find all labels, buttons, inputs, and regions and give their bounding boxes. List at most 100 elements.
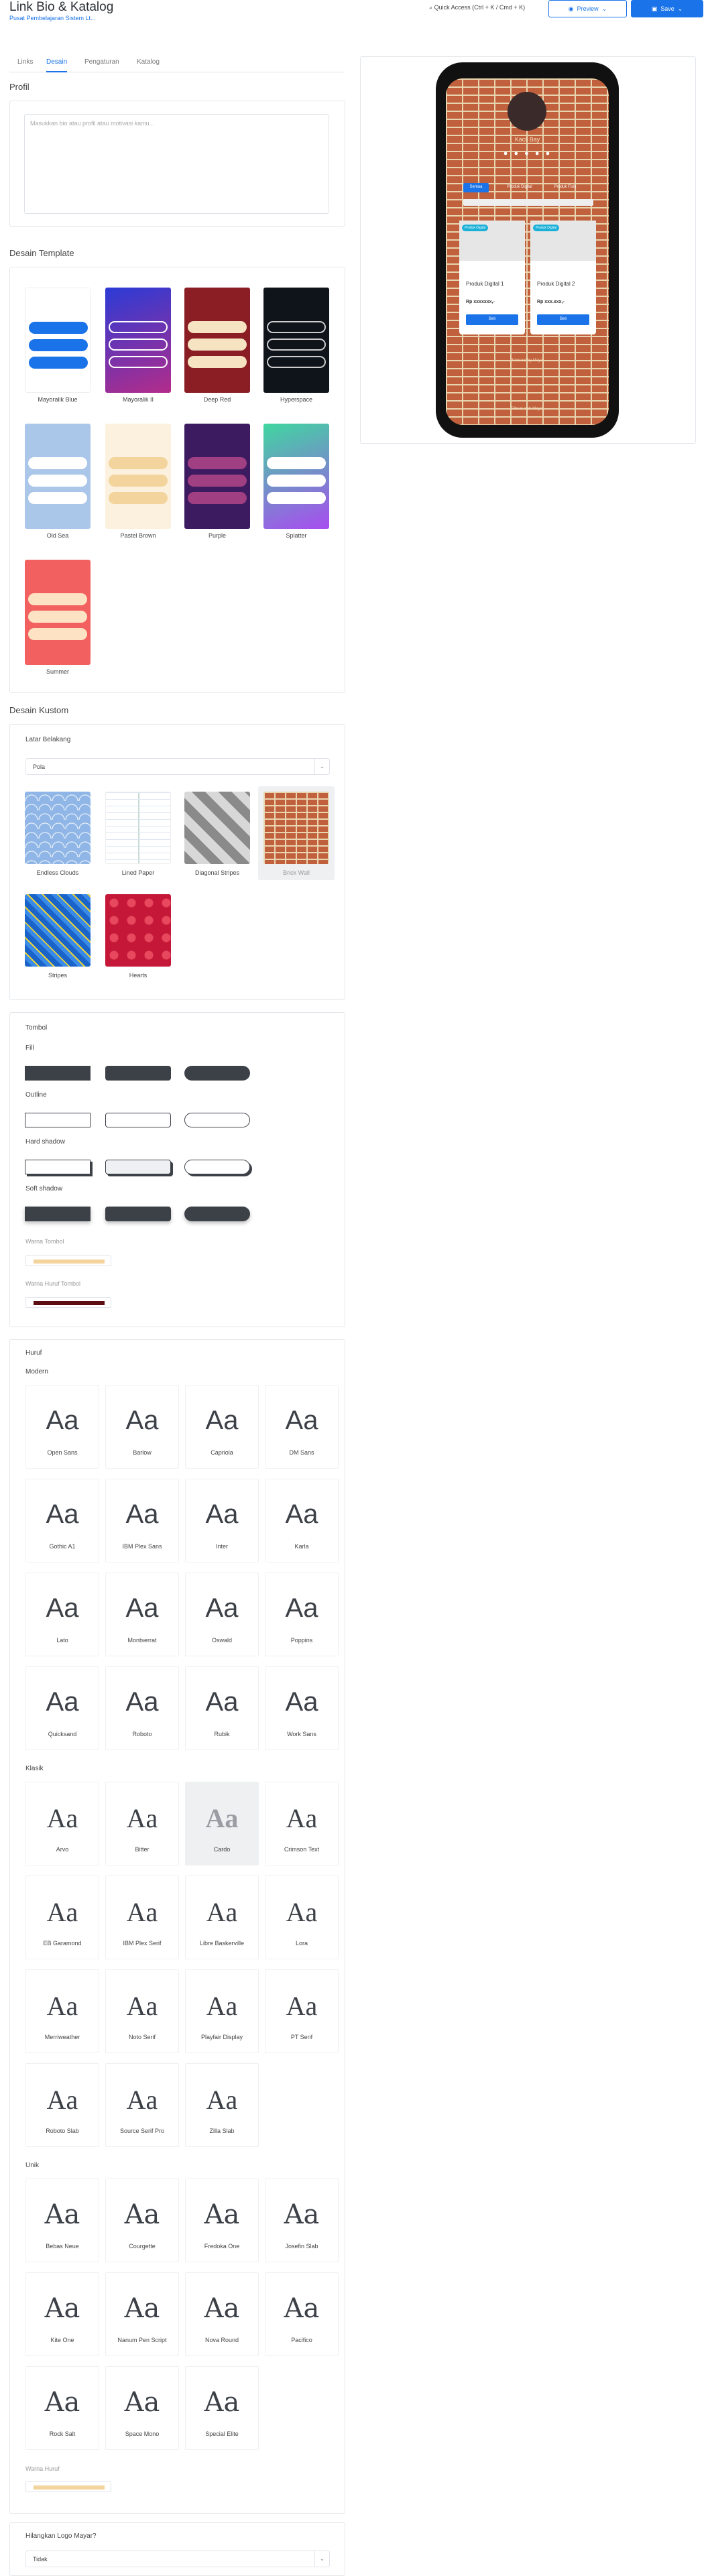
font-name: Karla xyxy=(294,1543,309,1550)
outline-button-style[interactable] xyxy=(184,1113,250,1127)
page-subtitle[interactable]: Pusat Pembelajaran Sistem Lt... xyxy=(9,15,96,21)
buy-button[interactable]: Beli xyxy=(537,314,589,325)
font-option-nanum-pen-script[interactable]: Aa Nanum Pen Script xyxy=(105,2272,179,2356)
font-option-pt-serif[interactable]: Aa PT Serif xyxy=(265,1969,339,2053)
quick-access[interactable]: ⌕ Quick Access (Ctrl + K / Cmd + K) xyxy=(429,4,525,11)
font-option-ibm-plex-serif[interactable]: Aa IBM Plex Serif xyxy=(105,1876,179,1959)
outline-button-style[interactable] xyxy=(25,1113,91,1127)
font-option-montserrat[interactable]: Aa Montserrat xyxy=(105,1573,179,1656)
font-option-noto-serif[interactable]: Aa Noto Serif xyxy=(105,1969,179,2053)
product-card-2[interactable]: Produk Digital Produk Digital 2 Rp xxx.x… xyxy=(530,221,596,334)
tab-pengaturan[interactable]: Pengaturan xyxy=(84,58,119,66)
font-option-nova-round[interactable]: Aa Nova Round xyxy=(185,2272,259,2356)
font-option-open-sans[interactable]: Aa Open Sans xyxy=(25,1385,99,1469)
pattern-lined-paper[interactable] xyxy=(105,792,171,864)
font-option-kite-one[interactable]: Aa Kite One xyxy=(25,2272,99,2356)
font-option-rock-salt[interactable]: Aa Rock Salt xyxy=(25,2366,99,2450)
preview-button[interactable]: ◉ Preview ⌄ xyxy=(548,0,627,17)
font-option-karla[interactable]: Aa Karla xyxy=(265,1479,339,1562)
font-option-bitter[interactable]: Aa Bitter xyxy=(105,1782,179,1865)
outline-button-style[interactable] xyxy=(105,1113,171,1127)
hard-shadow-button-style[interactable] xyxy=(25,1160,91,1174)
buy-button[interactable]: Beli xyxy=(466,314,518,325)
hard-shadow-button-style[interactable] xyxy=(184,1160,250,1174)
fill-button-style[interactable] xyxy=(25,1066,91,1081)
font-option-merriweather[interactable]: Aa Merriweather xyxy=(25,1969,99,2053)
font-option-fredoka-one[interactable]: Aa Fredoka One xyxy=(185,2179,259,2262)
font-option-cardo[interactable]: Aa Cardo xyxy=(185,1782,259,1865)
font-sample: Aa xyxy=(125,1687,159,1717)
font-option-capriola[interactable]: Aa Capriola xyxy=(185,1385,259,1469)
template-purple[interactable] xyxy=(184,424,250,529)
pattern-hearts[interactable] xyxy=(105,894,171,967)
font-option-source-serif-pro[interactable]: Aa Source Serif Pro xyxy=(105,2063,179,2147)
fill-button-style[interactable] xyxy=(184,1066,250,1081)
hard-shadow-button-style[interactable] xyxy=(105,1160,171,1174)
logo-title: Hilangkan Logo Mayar? xyxy=(25,2532,97,2540)
font-option-courgette[interactable]: Aa Courgette xyxy=(105,2179,179,2262)
template-mayoralik-blue[interactable] xyxy=(25,288,91,393)
font-option-libre-baskerville[interactable]: Aa Libre Baskerville xyxy=(185,1876,259,1959)
font-option-zilla-slab[interactable]: Aa Zilla Slab xyxy=(185,2063,259,2147)
font-option-oswald[interactable]: Aa Oswald xyxy=(185,1573,259,1656)
font-option-playfair-display[interactable]: Aa Playfair Display xyxy=(185,1969,259,2053)
font-option-josefin-slab[interactable]: Aa Josefin Slab xyxy=(265,2179,339,2262)
template-mayoralik-ii[interactable] xyxy=(105,288,171,393)
font-option-quicksand[interactable]: Aa Quicksand xyxy=(25,1666,99,1750)
font-option-ibm-plex-sans[interactable]: Aa IBM Plex Sans xyxy=(105,1479,179,1562)
preview-tab-digital[interactable]: Produk Digital xyxy=(499,183,540,192)
template-splatter[interactable] xyxy=(263,424,329,529)
pattern-stripes[interactable] xyxy=(25,894,91,967)
font-option-eb-garamond[interactable]: Aa EB Garamond xyxy=(25,1876,99,1959)
font-sample: Aa xyxy=(285,1593,318,1623)
save-button[interactable]: ▣ Save ⌄ xyxy=(631,0,703,17)
pattern-diagonal-stripes[interactable] xyxy=(184,792,250,864)
preview-tab-all[interactable]: Semua xyxy=(463,183,489,192)
soft-shadow-button-style[interactable] xyxy=(184,1207,250,1221)
template-hyperspace[interactable] xyxy=(263,288,329,393)
template-pastel-brown[interactable] xyxy=(105,424,171,529)
template-pill xyxy=(28,492,87,504)
font-option-work-sans[interactable]: Aa Work Sans xyxy=(265,1666,339,1750)
template-old-sea[interactable] xyxy=(25,424,91,529)
preview-tab-physical[interactable]: Produk Fisik xyxy=(546,183,584,192)
bio-textarea[interactable]: Masukkan bio atau profil atau motivasi k… xyxy=(24,114,329,214)
font-option-arvo[interactable]: Aa Arvo xyxy=(25,1782,99,1865)
bg-select[interactable]: Pola ⌄ xyxy=(25,758,330,775)
font-option-gothic-a1[interactable]: Aa Gothic A1 xyxy=(25,1479,99,1562)
preview-scrollbar[interactable] xyxy=(463,199,593,206)
button-color-picker[interactable] xyxy=(25,1255,111,1266)
font-option-rubik[interactable]: Aa Rubik xyxy=(185,1666,259,1750)
font-option-lora[interactable]: Aa Lora xyxy=(265,1876,339,1959)
font-option-special-elite[interactable]: Aa Special Elite xyxy=(185,2366,259,2450)
font-option-crimson-text[interactable]: Aa Crimson Text xyxy=(265,1782,339,1865)
fill-button-style[interactable] xyxy=(105,1066,171,1081)
soft-shadow-button-style[interactable] xyxy=(105,1207,171,1221)
tab-links[interactable]: Links xyxy=(17,58,33,66)
button-font-color-picker[interactable] xyxy=(25,1297,111,1308)
font-option-poppins[interactable]: Aa Poppins xyxy=(265,1573,339,1656)
font-option-pacifico[interactable]: Aa Pacifico xyxy=(265,2272,339,2356)
quick-access-label: Quick Access (Ctrl + K / Cmd + K) xyxy=(434,4,526,11)
font-option-space-mono[interactable]: Aa Space Mono xyxy=(105,2366,179,2450)
font-sample: Aa xyxy=(204,2387,240,2418)
pattern-brick-wall[interactable] xyxy=(263,792,329,864)
social-icons[interactable]: ● ● ● ● ● xyxy=(494,149,561,158)
logo-select[interactable]: Tidak ⌄ xyxy=(25,2551,330,2567)
tab-desain[interactable]: Desain xyxy=(46,58,68,72)
font-option-roboto-slab[interactable]: Aa Roboto Slab xyxy=(25,2063,99,2147)
soft-shadow-button-style[interactable] xyxy=(25,1207,91,1221)
font-option-roboto[interactable]: Aa Roboto xyxy=(105,1666,179,1750)
font-option-lato[interactable]: Aa Lato xyxy=(25,1573,99,1656)
template-summer[interactable] xyxy=(25,560,91,665)
tab-katalog[interactable]: Katalog xyxy=(137,58,160,66)
font-option-dm-sans[interactable]: Aa DM Sans xyxy=(265,1385,339,1469)
font-sample: Aa xyxy=(206,1991,238,2021)
pattern-endless-clouds[interactable] xyxy=(25,792,91,864)
font-color-picker[interactable] xyxy=(25,2481,111,2492)
product-card-1[interactable]: Produk Digital Produk Digital 1 Rp xxxxx… xyxy=(459,221,525,334)
font-option-bebas-neue[interactable]: Aa Bebas Neue xyxy=(25,2179,99,2262)
font-option-inter[interactable]: Aa Inter xyxy=(185,1479,259,1562)
font-option-barlow[interactable]: Aa Barlow xyxy=(105,1385,179,1469)
template-deep-red[interactable] xyxy=(184,288,250,393)
